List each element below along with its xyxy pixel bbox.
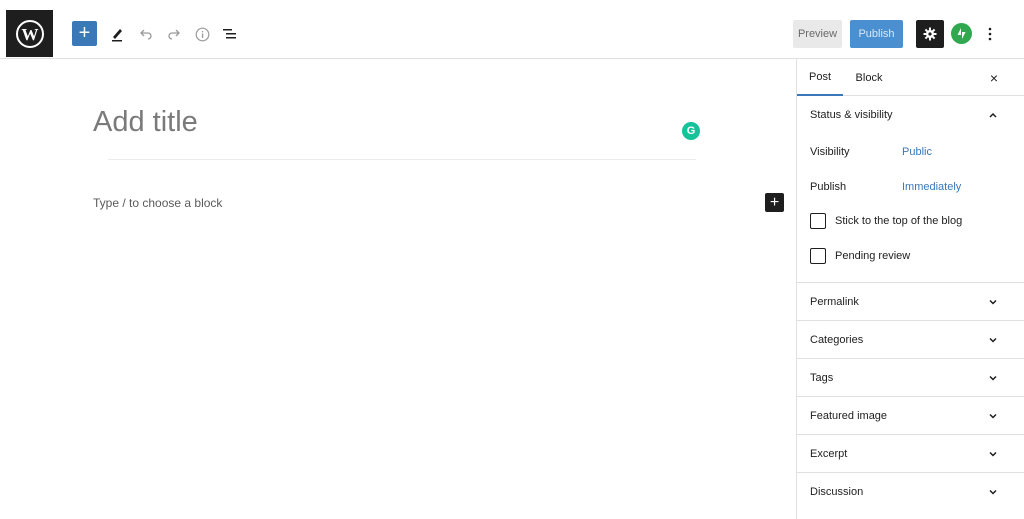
panel-title: Featured image xyxy=(810,409,888,422)
jetpack-button[interactable] xyxy=(951,23,972,44)
grammarly-icon[interactable]: G xyxy=(682,122,700,140)
undo-button[interactable] xyxy=(137,21,155,47)
svg-text:W: W xyxy=(21,25,38,44)
visibility-label: Visibility xyxy=(810,146,850,158)
chevron-down-icon xyxy=(989,299,997,305)
title-divider xyxy=(108,159,696,160)
settings-button[interactable] xyxy=(916,20,944,48)
categories-panel-toggle[interactable]: Categories xyxy=(797,321,1024,359)
discussion-panel-toggle[interactable]: Discussion xyxy=(797,473,1024,511)
redo-icon xyxy=(168,29,180,40)
block-placeholder[interactable]: Type / to choose a block xyxy=(93,196,222,210)
panel-title: Discussion xyxy=(810,486,864,498)
visibility-toggle[interactable]: Public xyxy=(902,146,932,158)
undo-icon xyxy=(140,29,152,40)
pending-review-checkbox[interactable] xyxy=(810,248,826,264)
preview-button[interactable]: Preview xyxy=(793,20,842,48)
panel-title: Categories xyxy=(810,333,864,346)
close-sidebar-button[interactable]: × xyxy=(985,69,1003,87)
block-inserter-button[interactable]: + xyxy=(765,193,784,212)
chevron-down-icon xyxy=(989,337,997,343)
tab-block[interactable]: Block xyxy=(849,59,889,96)
sidebar-tabs: Post Block × xyxy=(797,59,1024,96)
chevron-down-icon xyxy=(989,413,997,419)
tab-post[interactable]: Post xyxy=(797,59,843,96)
editor-header: W + Preview Publish xyxy=(0,0,1024,59)
list-view-icon xyxy=(223,29,236,39)
chevron-down-icon xyxy=(989,451,997,457)
panel-title: Status & visibility xyxy=(810,109,893,121)
sticky-checkbox[interactable] xyxy=(810,213,826,229)
settings-sidebar: Post Block × Status & visibility Visibil… xyxy=(796,59,1024,519)
panel-title: Tags xyxy=(810,371,834,384)
plus-icon: + xyxy=(78,22,91,44)
gear-icon xyxy=(923,27,937,41)
status-visibility-panel: Visibility Public Publish Immediately St… xyxy=(797,134,1024,283)
tags-panel-toggle[interactable]: Tags xyxy=(797,359,1024,397)
publish-label: Publish xyxy=(810,181,847,193)
info-icon xyxy=(195,27,209,41)
panel-title: Excerpt xyxy=(810,447,848,460)
list-view-button[interactable] xyxy=(221,21,239,47)
panel-title: Permalink xyxy=(810,295,859,308)
pencil-icon xyxy=(112,29,122,42)
permalink-panel-toggle[interactable]: Permalink xyxy=(797,283,1024,321)
add-block-button[interactable]: + xyxy=(72,21,97,46)
chevron-down-icon xyxy=(989,489,997,495)
redo-button[interactable] xyxy=(165,21,183,47)
more-options-button[interactable] xyxy=(982,21,998,47)
wordpress-logo-icon[interactable]: W xyxy=(6,10,53,57)
sticky-label: Stick to the top of the blog xyxy=(835,215,963,227)
publish-date-toggle[interactable]: Immediately xyxy=(902,181,961,193)
more-vertical-icon xyxy=(988,27,992,41)
chevron-up-icon xyxy=(989,112,997,118)
chevron-down-icon xyxy=(989,375,997,381)
details-button[interactable] xyxy=(193,21,211,47)
jetpack-icon xyxy=(957,28,966,39)
status-visibility-panel-toggle[interactable]: Status & visibility xyxy=(797,96,1024,134)
pending-review-label: Pending review xyxy=(835,250,911,262)
tools-button[interactable] xyxy=(108,21,126,47)
publish-button[interactable]: Publish xyxy=(850,20,903,48)
post-title-input[interactable]: Add title xyxy=(93,106,198,139)
featured-image-panel-toggle[interactable]: Featured image xyxy=(797,397,1024,435)
excerpt-panel-toggle[interactable]: Excerpt xyxy=(797,435,1024,473)
